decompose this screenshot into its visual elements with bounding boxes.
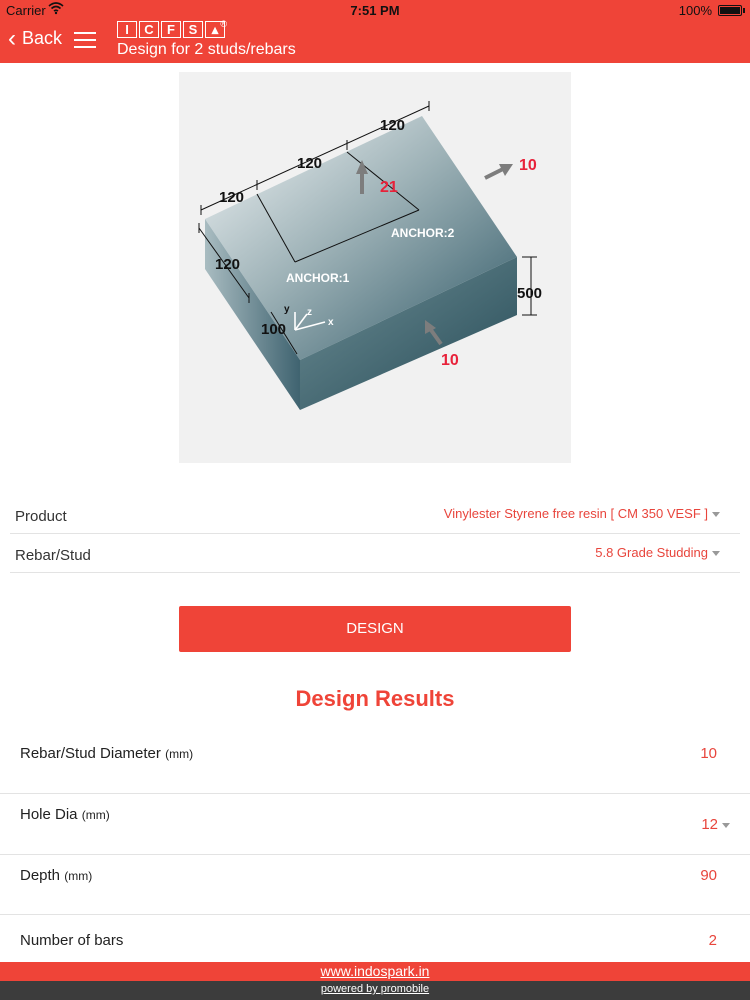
result-label: Hole Dia	[20, 806, 78, 823]
dim-left: 120	[215, 256, 240, 273]
status-bar: Carrier 7:51 PM 100%	[0, 0, 750, 20]
product-row: Product Vinylester Styrene free resin [ …	[10, 496, 740, 534]
result-label: Number of bars	[20, 932, 124, 949]
result-value: 10	[700, 745, 717, 762]
result-value: 2	[708, 932, 717, 949]
dropdown-caret-icon	[712, 512, 720, 518]
site-link[interactable]: www.indospark.in	[0, 962, 750, 981]
footer: www.indospark.in powered by promobile	[0, 962, 750, 1000]
clock: 7:51 PM	[350, 3, 400, 18]
page-title: Design for 2 studs/rebars	[117, 41, 296, 58]
dim-top-right: 120	[380, 117, 405, 134]
anchor-diagram: 120 120 120 120 100 500 ANCHOR:1 ANCHOR:…	[179, 72, 571, 463]
icfs-logo: I C F S ▴ ®	[117, 19, 227, 39]
back-label: Back	[22, 28, 63, 48]
logo-letter: F	[161, 21, 181, 38]
axis-z-label: z	[307, 307, 312, 318]
logo-letter: I	[117, 21, 137, 38]
logo-letter: S	[183, 21, 203, 38]
axis-x-label: x	[328, 317, 334, 328]
menu-icon[interactable]	[74, 32, 96, 50]
dropdown-caret-icon	[722, 822, 730, 828]
dim-height: 500	[517, 285, 542, 302]
axis-y-label: y	[284, 304, 290, 315]
result-unit: (mm)	[64, 869, 93, 883]
nav-bar: ‹ Back I C F S ▴ ® Design for 2 studs/rebars	[0, 19, 750, 63]
rebar-select[interactable]: 5.8 Grade Studding	[595, 545, 720, 560]
hole-dia-select[interactable]: 12	[701, 816, 730, 833]
battery-percent: 100%	[678, 3, 712, 18]
powered-by-link[interactable]: powered by promobile	[0, 981, 750, 1000]
dim-top-left: 120	[219, 189, 244, 206]
product-label: Product	[15, 508, 67, 525]
result-unit: (mm)	[81, 808, 110, 822]
result-unit: (mm)	[165, 747, 194, 761]
result-label: Depth	[20, 867, 61, 884]
load-front: 10	[441, 352, 459, 369]
result-row: Number of bars 2	[0, 915, 750, 962]
result-label: Rebar/Stud Diameter	[20, 745, 161, 762]
dropdown-caret-icon	[712, 551, 720, 557]
result-row: Depth (mm) 90	[0, 855, 750, 915]
anchor-1-label: ANCHOR:1	[286, 271, 350, 285]
results-title: Design Results	[295, 686, 455, 711]
chevron-left-icon: ‹	[8, 24, 16, 52]
product-select[interactable]: Vinylester Styrene free resin [ CM 350 V…	[444, 506, 720, 521]
registered-mark: ®	[220, 19, 227, 29]
dim-top-mid: 120	[297, 155, 322, 172]
rebar-row: Rebar/Stud 5.8 Grade Studding	[10, 535, 740, 573]
load-vertical: 21	[380, 179, 398, 196]
back-button[interactable]: ‹ Back	[8, 24, 63, 52]
rebar-value: 5.8 Grade Studding	[595, 545, 708, 560]
load-right: 10	[519, 157, 537, 174]
product-value: Vinylester Styrene free resin [ CM 350 V…	[443, 506, 708, 521]
result-row: Hole Dia (mm) 12	[0, 794, 750, 855]
design-button[interactable]: DESIGN	[179, 606, 571, 652]
rebar-label: Rebar/Stud	[15, 547, 91, 564]
anchor-2-label: ANCHOR:2	[391, 226, 455, 240]
result-value: 12	[701, 816, 718, 833]
logo-letter: C	[139, 21, 159, 38]
concrete-block-diagram: 120 120 120 120 100 500 ANCHOR:1 ANCHOR:…	[198, 101, 542, 410]
result-row: Rebar/Stud Diameter (mm) 10	[0, 732, 750, 794]
battery-icon	[718, 5, 745, 16]
dim-corner: 100	[261, 321, 286, 338]
result-value: 90	[700, 867, 717, 884]
